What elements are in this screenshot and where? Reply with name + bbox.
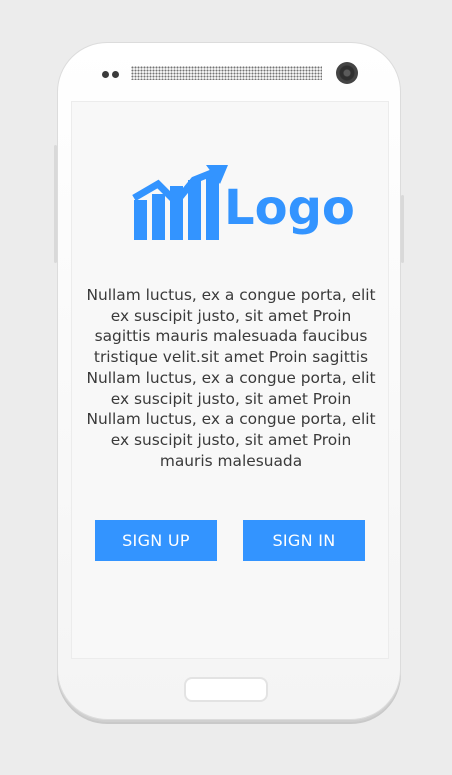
app-screen: Logo Nullam luctus, ex a congue porta, e…: [71, 101, 389, 659]
sensor-icon: [102, 71, 119, 78]
chart-logo-icon: [132, 165, 228, 240]
speaker-icon: [131, 66, 322, 80]
logo-text: Logo: [224, 180, 355, 236]
power-button: [401, 195, 404, 263]
sign-up-button[interactable]: SIGN UP: [95, 520, 217, 561]
camera-icon: [336, 62, 358, 84]
app-logo: Logo: [132, 162, 355, 242]
home-button-icon[interactable]: [184, 677, 268, 702]
sign-in-button[interactable]: SIGN IN: [243, 520, 365, 561]
description-text: Nullam luctus, ex a congue porta, elit e…: [86, 286, 376, 470]
